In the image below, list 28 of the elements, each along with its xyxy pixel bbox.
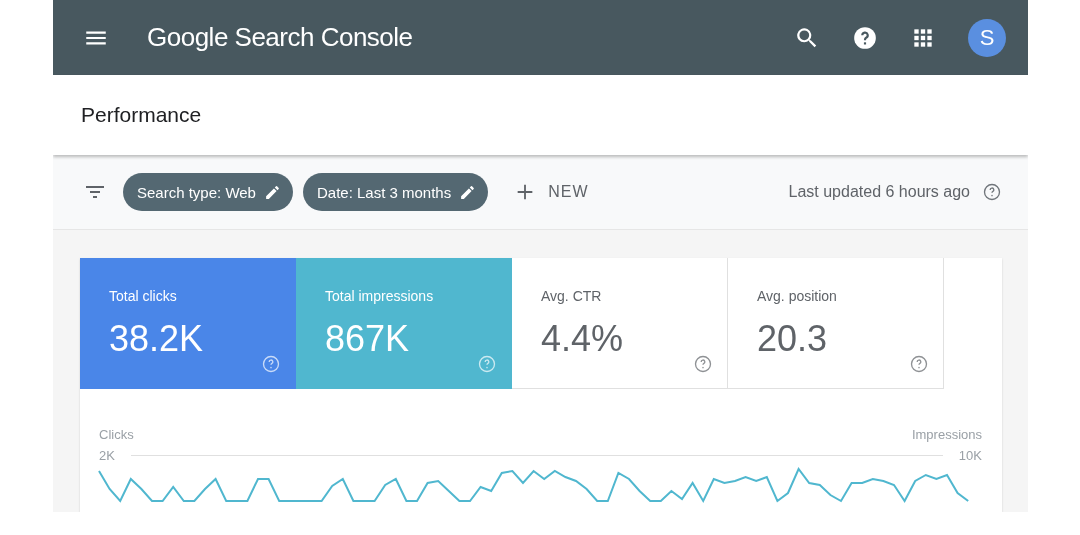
last-updated-text: Last updated 6 hours ago <box>788 183 970 201</box>
metric-value: 38.2K <box>109 318 205 360</box>
metric-label: Avg. CTR <box>541 288 603 304</box>
pencil-icon <box>263 183 281 201</box>
account-avatar[interactable]: S <box>968 18 1006 57</box>
axis-title: Impressions <box>911 427 982 442</box>
help-icon[interactable] <box>982 182 1002 202</box>
metric-tile[interactable]: Avg. CTR 4.4% <box>512 258 728 389</box>
filter-chip[interactable]: Date: Last 3 months <box>302 173 489 211</box>
app-title: Google Search Console <box>147 22 413 53</box>
axis-tick-label: 2K <box>99 448 115 463</box>
filter-chip[interactable]: Search type: Web <box>123 173 293 211</box>
metric-tile[interactable]: Avg. position 20.3 <box>728 258 944 389</box>
axis-title: Clicks <box>99 427 134 442</box>
metric-value: 20.3 <box>757 318 829 360</box>
page-title: Performance <box>81 103 202 127</box>
pencil-icon <box>459 183 477 201</box>
new-filter-button[interactable]: NEW <box>508 180 595 204</box>
help-icon[interactable] <box>909 354 929 374</box>
metric-label: Total impressions <box>325 288 435 304</box>
help-icon[interactable] <box>693 354 713 374</box>
help-icon[interactable] <box>852 24 878 51</box>
metric-value: 867K <box>325 318 411 360</box>
axis-tick-label: 10K <box>958 448 982 463</box>
metric-label: Avg. position <box>757 288 838 304</box>
metric-value: 4.4% <box>541 318 625 360</box>
metric-tile[interactable]: Total clicks 38.2K <box>80 258 296 389</box>
metric-label: Total clicks <box>109 288 178 304</box>
